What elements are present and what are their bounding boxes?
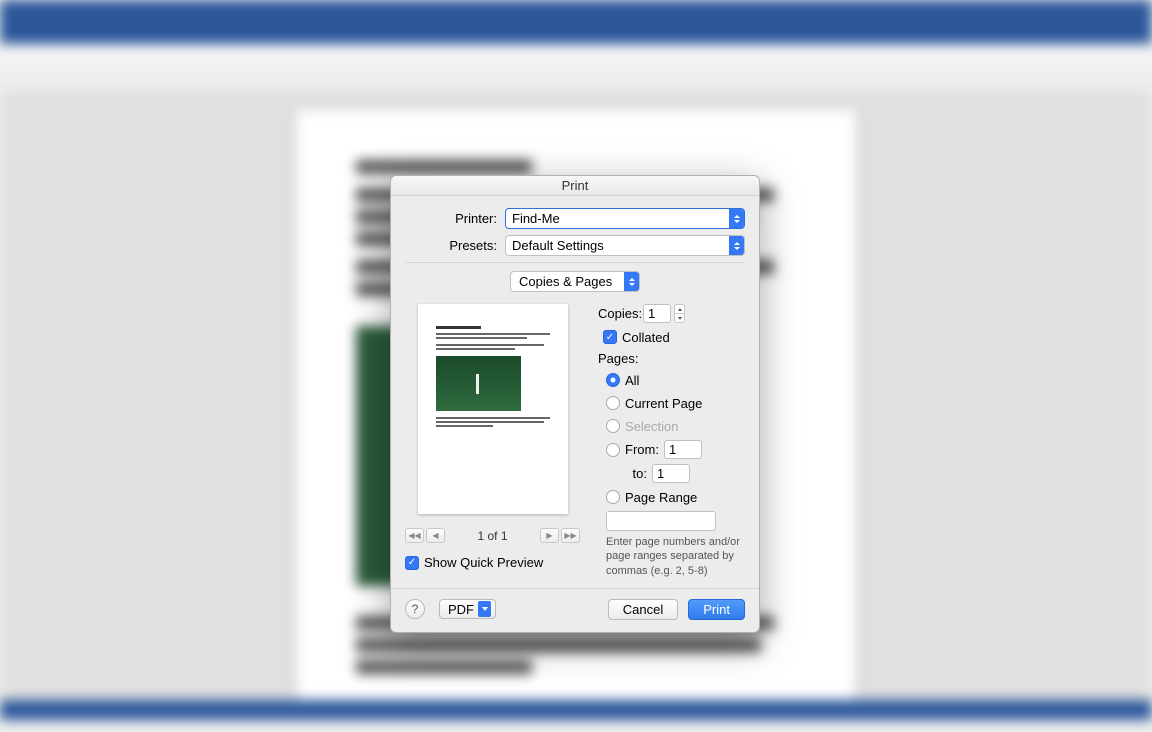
- last-page-button[interactable]: ▶▶: [561, 528, 580, 543]
- show-preview-checkbox[interactable]: ✓: [405, 556, 419, 570]
- preview-thumbnail: [418, 304, 568, 514]
- print-dialog: Print Printer: Find-Me Presets: Default …: [390, 175, 760, 633]
- dialog-title: Print: [391, 176, 759, 196]
- updown-icon: [729, 236, 744, 255]
- section-value: Copies & Pages: [519, 274, 612, 289]
- printer-label: Printer:: [405, 211, 505, 226]
- radio-current-label: Current Page: [625, 396, 702, 411]
- radio-page-range[interactable]: [606, 490, 620, 504]
- to-label: to:: [625, 466, 647, 481]
- to-input[interactable]: 1: [652, 464, 690, 483]
- copies-input[interactable]: 1: [643, 304, 671, 323]
- next-page-button[interactable]: ▶: [540, 528, 559, 543]
- help-button[interactable]: ?: [405, 599, 425, 619]
- copies-stepper[interactable]: [674, 304, 685, 323]
- section-select[interactable]: Copies & Pages: [510, 271, 640, 292]
- chevron-down-icon: [478, 601, 491, 617]
- presets-value: Default Settings: [512, 238, 604, 253]
- page-range-input[interactable]: [606, 511, 716, 531]
- print-button[interactable]: Print: [688, 599, 745, 620]
- radio-selection[interactable]: [606, 419, 620, 433]
- updown-icon: [729, 209, 744, 228]
- page-counter: 1 of 1: [477, 529, 507, 543]
- stepper-up-icon[interactable]: [674, 304, 685, 313]
- radio-current-page[interactable]: [606, 396, 620, 410]
- show-preview-label: Show Quick Preview: [424, 555, 543, 570]
- presets-label: Presets:: [405, 238, 505, 253]
- radio-from-label: From:: [625, 442, 659, 457]
- pdf-dropdown[interactable]: PDF: [439, 599, 496, 619]
- radio-pagerange-label: Page Range: [625, 490, 697, 505]
- stepper-down-icon[interactable]: [674, 313, 685, 323]
- presets-select[interactable]: Default Settings: [505, 235, 745, 256]
- collated-checkbox[interactable]: ✓: [603, 330, 617, 344]
- radio-all-label: All: [625, 373, 639, 388]
- copies-label: Copies:: [598, 306, 643, 321]
- radio-from[interactable]: [606, 443, 620, 457]
- first-page-button[interactable]: ◀◀: [405, 528, 424, 543]
- page-range-helper: Enter page numbers and/or page ranges se…: [598, 535, 745, 578]
- radio-selection-label: Selection: [625, 419, 678, 434]
- printer-value: Find-Me: [512, 211, 560, 226]
- updown-icon: [624, 272, 639, 291]
- pages-heading: Pages:: [598, 351, 745, 366]
- radio-all[interactable]: [606, 373, 620, 387]
- pdf-label: PDF: [448, 602, 474, 617]
- collated-label: Collated: [622, 330, 670, 345]
- cancel-button[interactable]: Cancel: [608, 599, 678, 620]
- from-input[interactable]: 1: [664, 440, 702, 459]
- printer-select[interactable]: Find-Me: [505, 208, 745, 229]
- prev-page-button[interactable]: ◀: [426, 528, 445, 543]
